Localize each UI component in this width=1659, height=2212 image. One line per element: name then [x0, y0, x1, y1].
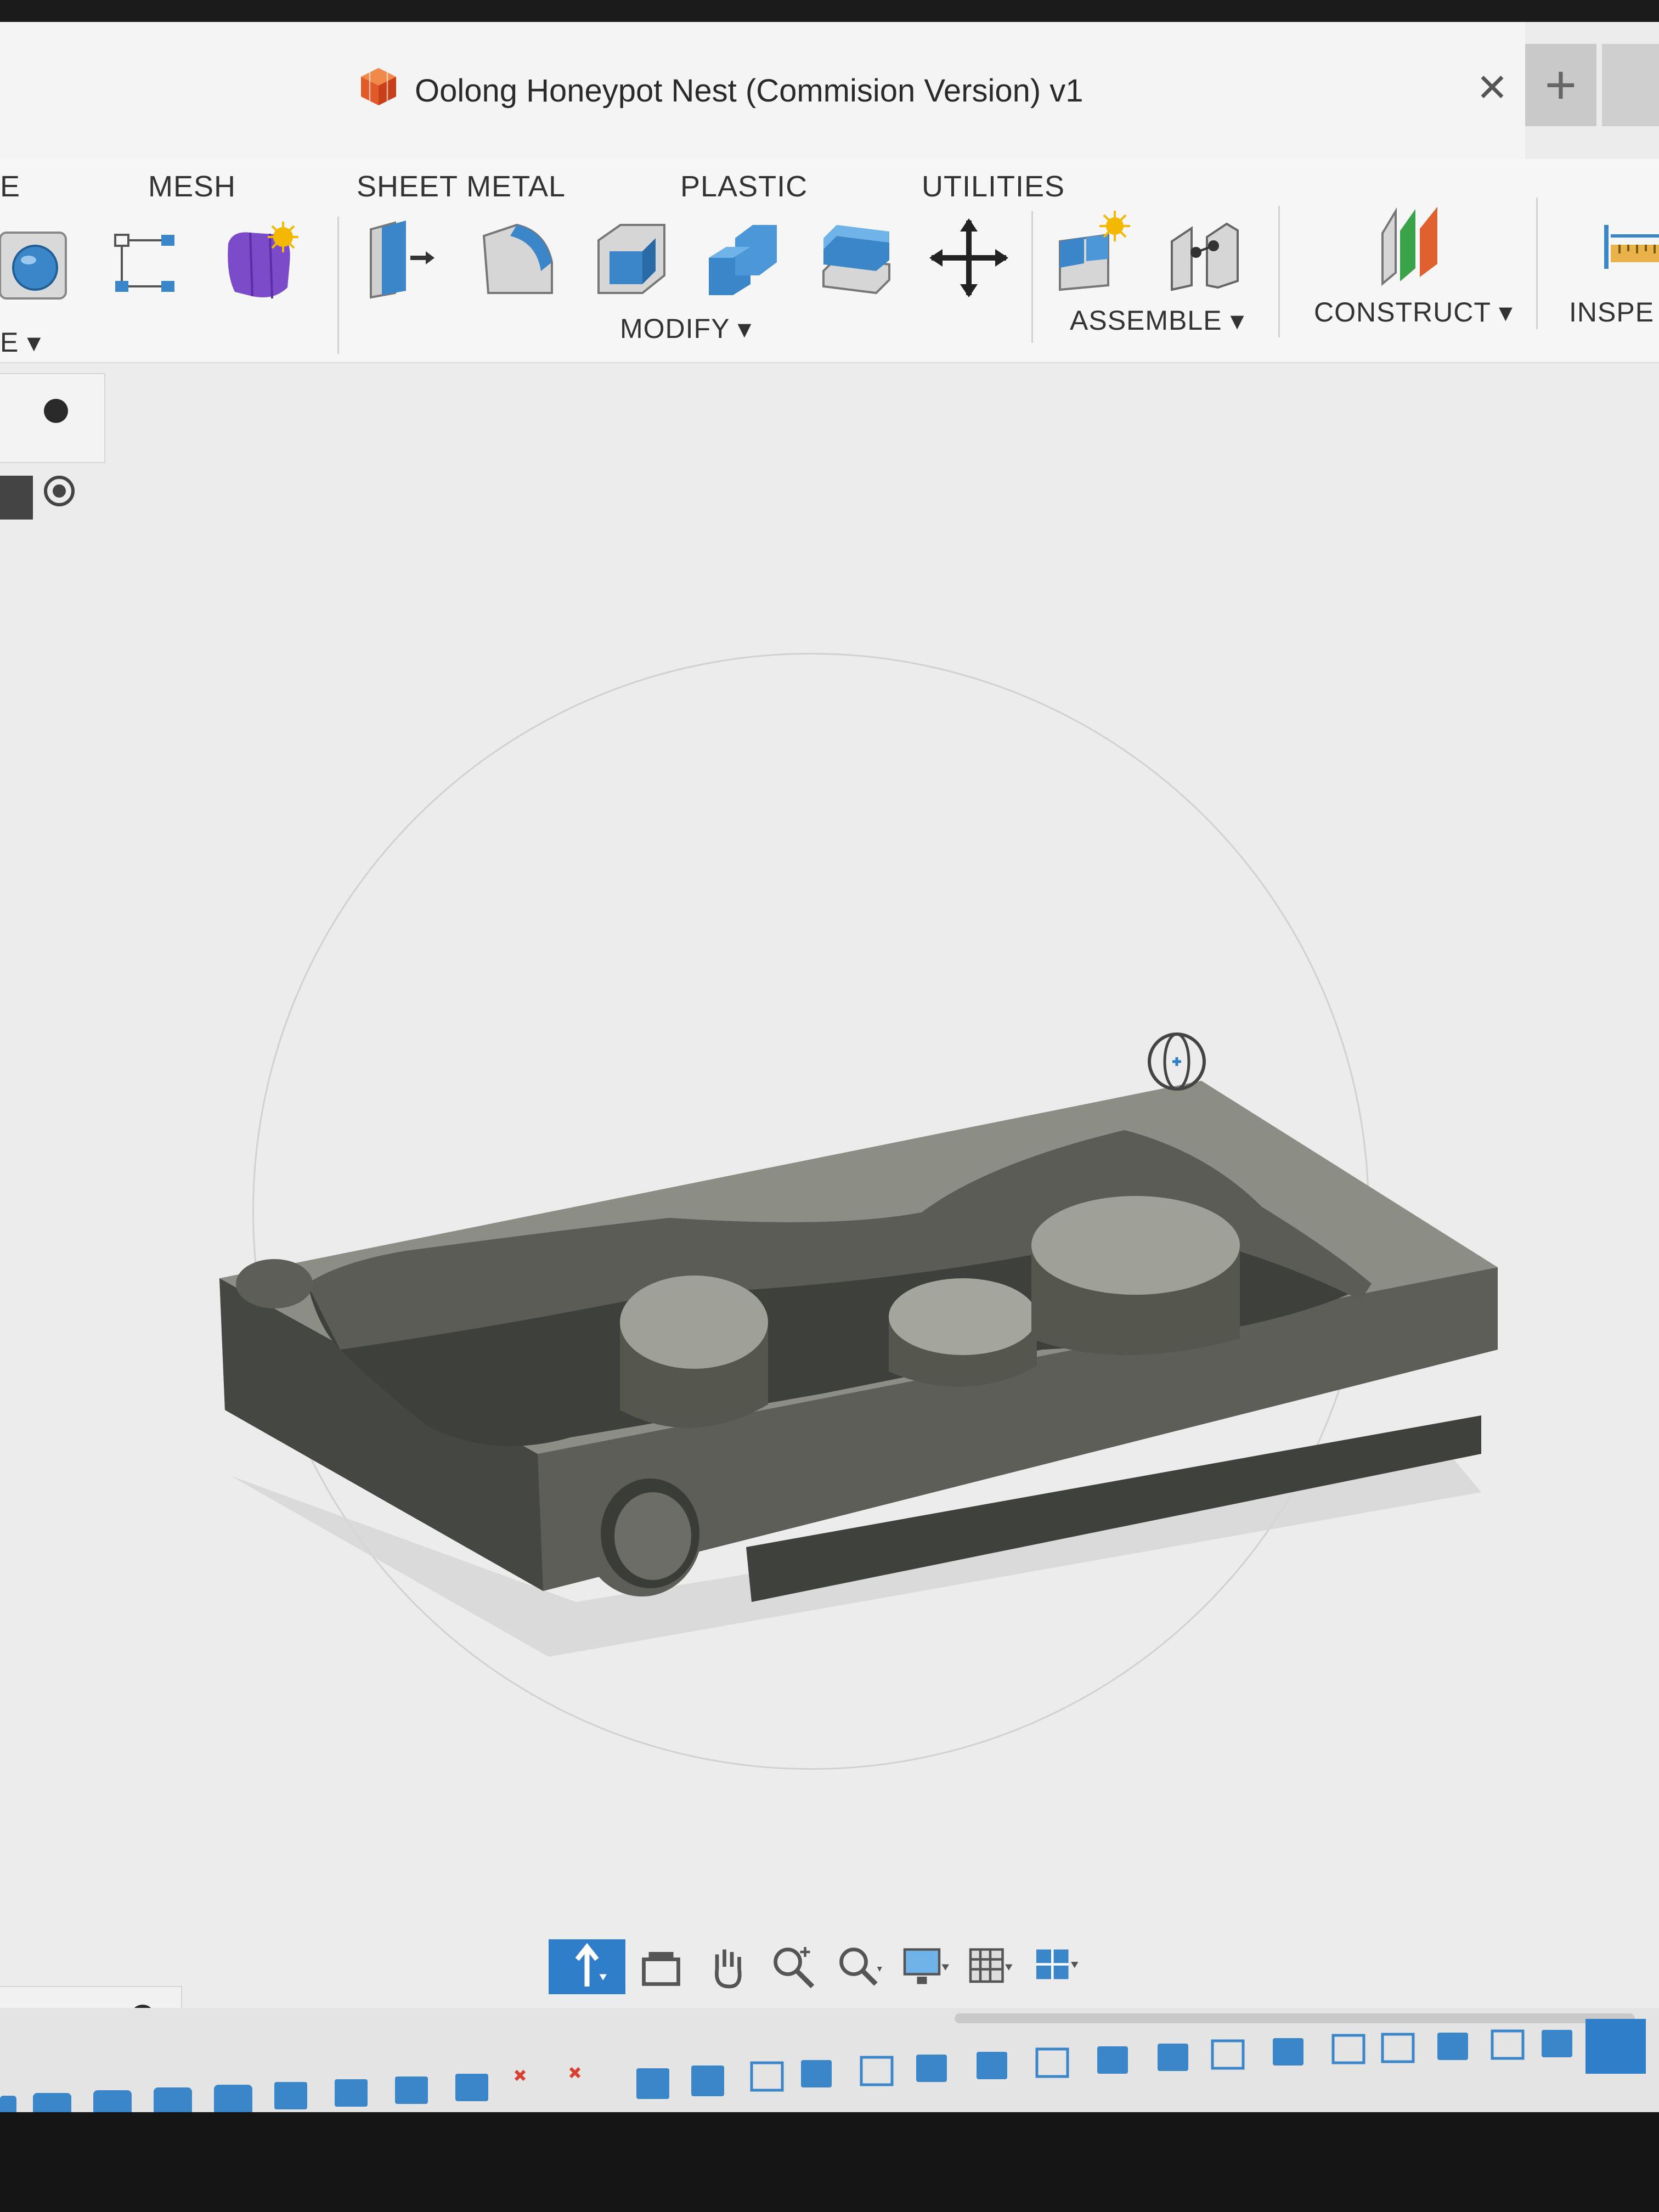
pan-icon[interactable]: [697, 1939, 757, 1994]
model-port-back: [236, 1259, 313, 1308]
look-at-icon[interactable]: [631, 1939, 691, 1994]
monitor-bezel: [0, 2112, 1659, 2212]
viewports-icon[interactable]: [1026, 1939, 1086, 1994]
orbit-icon[interactable]: [549, 1939, 625, 1994]
grid-icon[interactable]: [960, 1939, 1020, 1994]
navigation-bar: [549, 1937, 1119, 1997]
model-port-front: [582, 1465, 702, 1596]
model-viewport[interactable]: [0, 22, 1659, 2112]
zoom-icon[interactable]: [763, 1939, 823, 1994]
model-pillar-middle: [889, 1278, 1037, 1387]
timeline-features[interactable]: [0, 2008, 1659, 2112]
model-pillar-left: [620, 1276, 768, 1428]
timeline-marker: [1585, 2019, 1646, 2074]
display-icon[interactable]: [894, 1939, 955, 1994]
fit-icon[interactable]: [828, 1939, 889, 1994]
orbit-cursor-icon: [1148, 1032, 1206, 1091]
fusion-window: Oolong Honeypot Nest (Commision Version)…: [0, 22, 1659, 2112]
model-pillar-right: [1031, 1196, 1240, 1355]
